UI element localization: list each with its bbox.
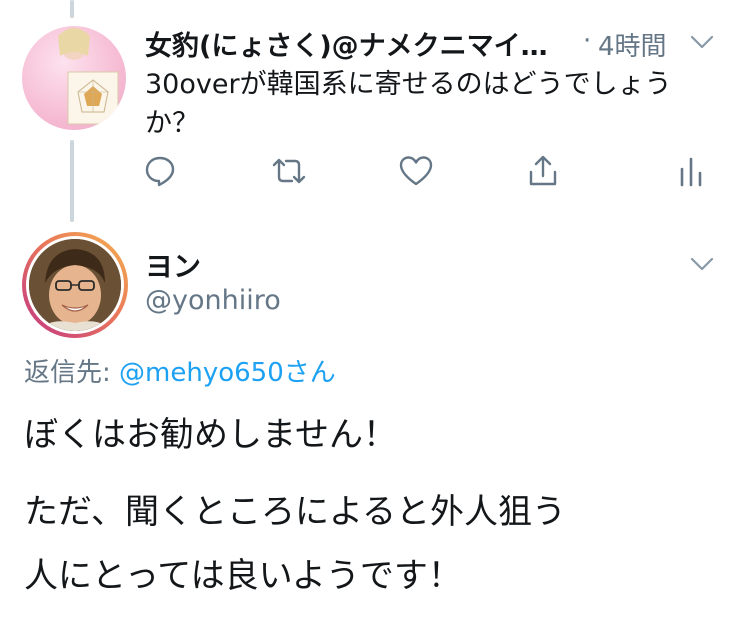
tweet-body-line1: ぼくはお勧めしません！	[24, 415, 397, 455]
replying-to-label: 返信先:	[24, 358, 111, 388]
replying-to-mention[interactable]: @mehyo650さん	[119, 358, 336, 388]
reply-to-display-name[interactable]: 女豹(にょさく)@ナメクニマイ…	[145, 24, 548, 63]
share-icon	[529, 155, 557, 186]
share-button[interactable]	[523, 151, 563, 191]
main-handle[interactable]: @yonhiiro	[145, 285, 281, 316]
thread-line-bottom	[70, 140, 74, 222]
reply-to-timestamp[interactable]: 4時間	[598, 26, 667, 63]
replying-to: 返信先: @mehyo650さん	[24, 352, 336, 389]
main-display-name[interactable]: ヨン	[145, 245, 201, 285]
main-menu-chevron-icon[interactable]	[688, 254, 716, 274]
reply-to-text-line1: 30overが韓国系に寄せるのはどうでしょう	[145, 69, 672, 100]
avatar-yon-ring[interactable]	[22, 232, 128, 338]
analytics-icon	[680, 157, 702, 187]
reply-icon	[145, 156, 175, 187]
avatar-yon-image	[29, 239, 121, 331]
avatar-yon	[26, 236, 124, 334]
reply-to-menu-chevron-icon[interactable]	[688, 32, 716, 52]
analytics-button[interactable]	[671, 151, 711, 191]
retweet-button[interactable]	[269, 151, 309, 191]
reply-to-separator: ·	[583, 26, 592, 56]
thread-line-top	[70, 0, 74, 18]
like-button[interactable]	[396, 151, 436, 191]
avatar-nyosaku[interactable]	[22, 26, 126, 130]
avatar-nyosaku-image	[58, 28, 119, 125]
tweet-body-line3: 人にとっては良いようです！	[24, 556, 462, 596]
reply-to-text-line2: か？	[145, 108, 199, 139]
reply-button[interactable]	[140, 151, 180, 191]
like-icon	[399, 156, 433, 186]
tweet-body-line2: ただ、聞くところによると外人狙う	[24, 492, 566, 532]
retweet-icon	[272, 158, 306, 184]
